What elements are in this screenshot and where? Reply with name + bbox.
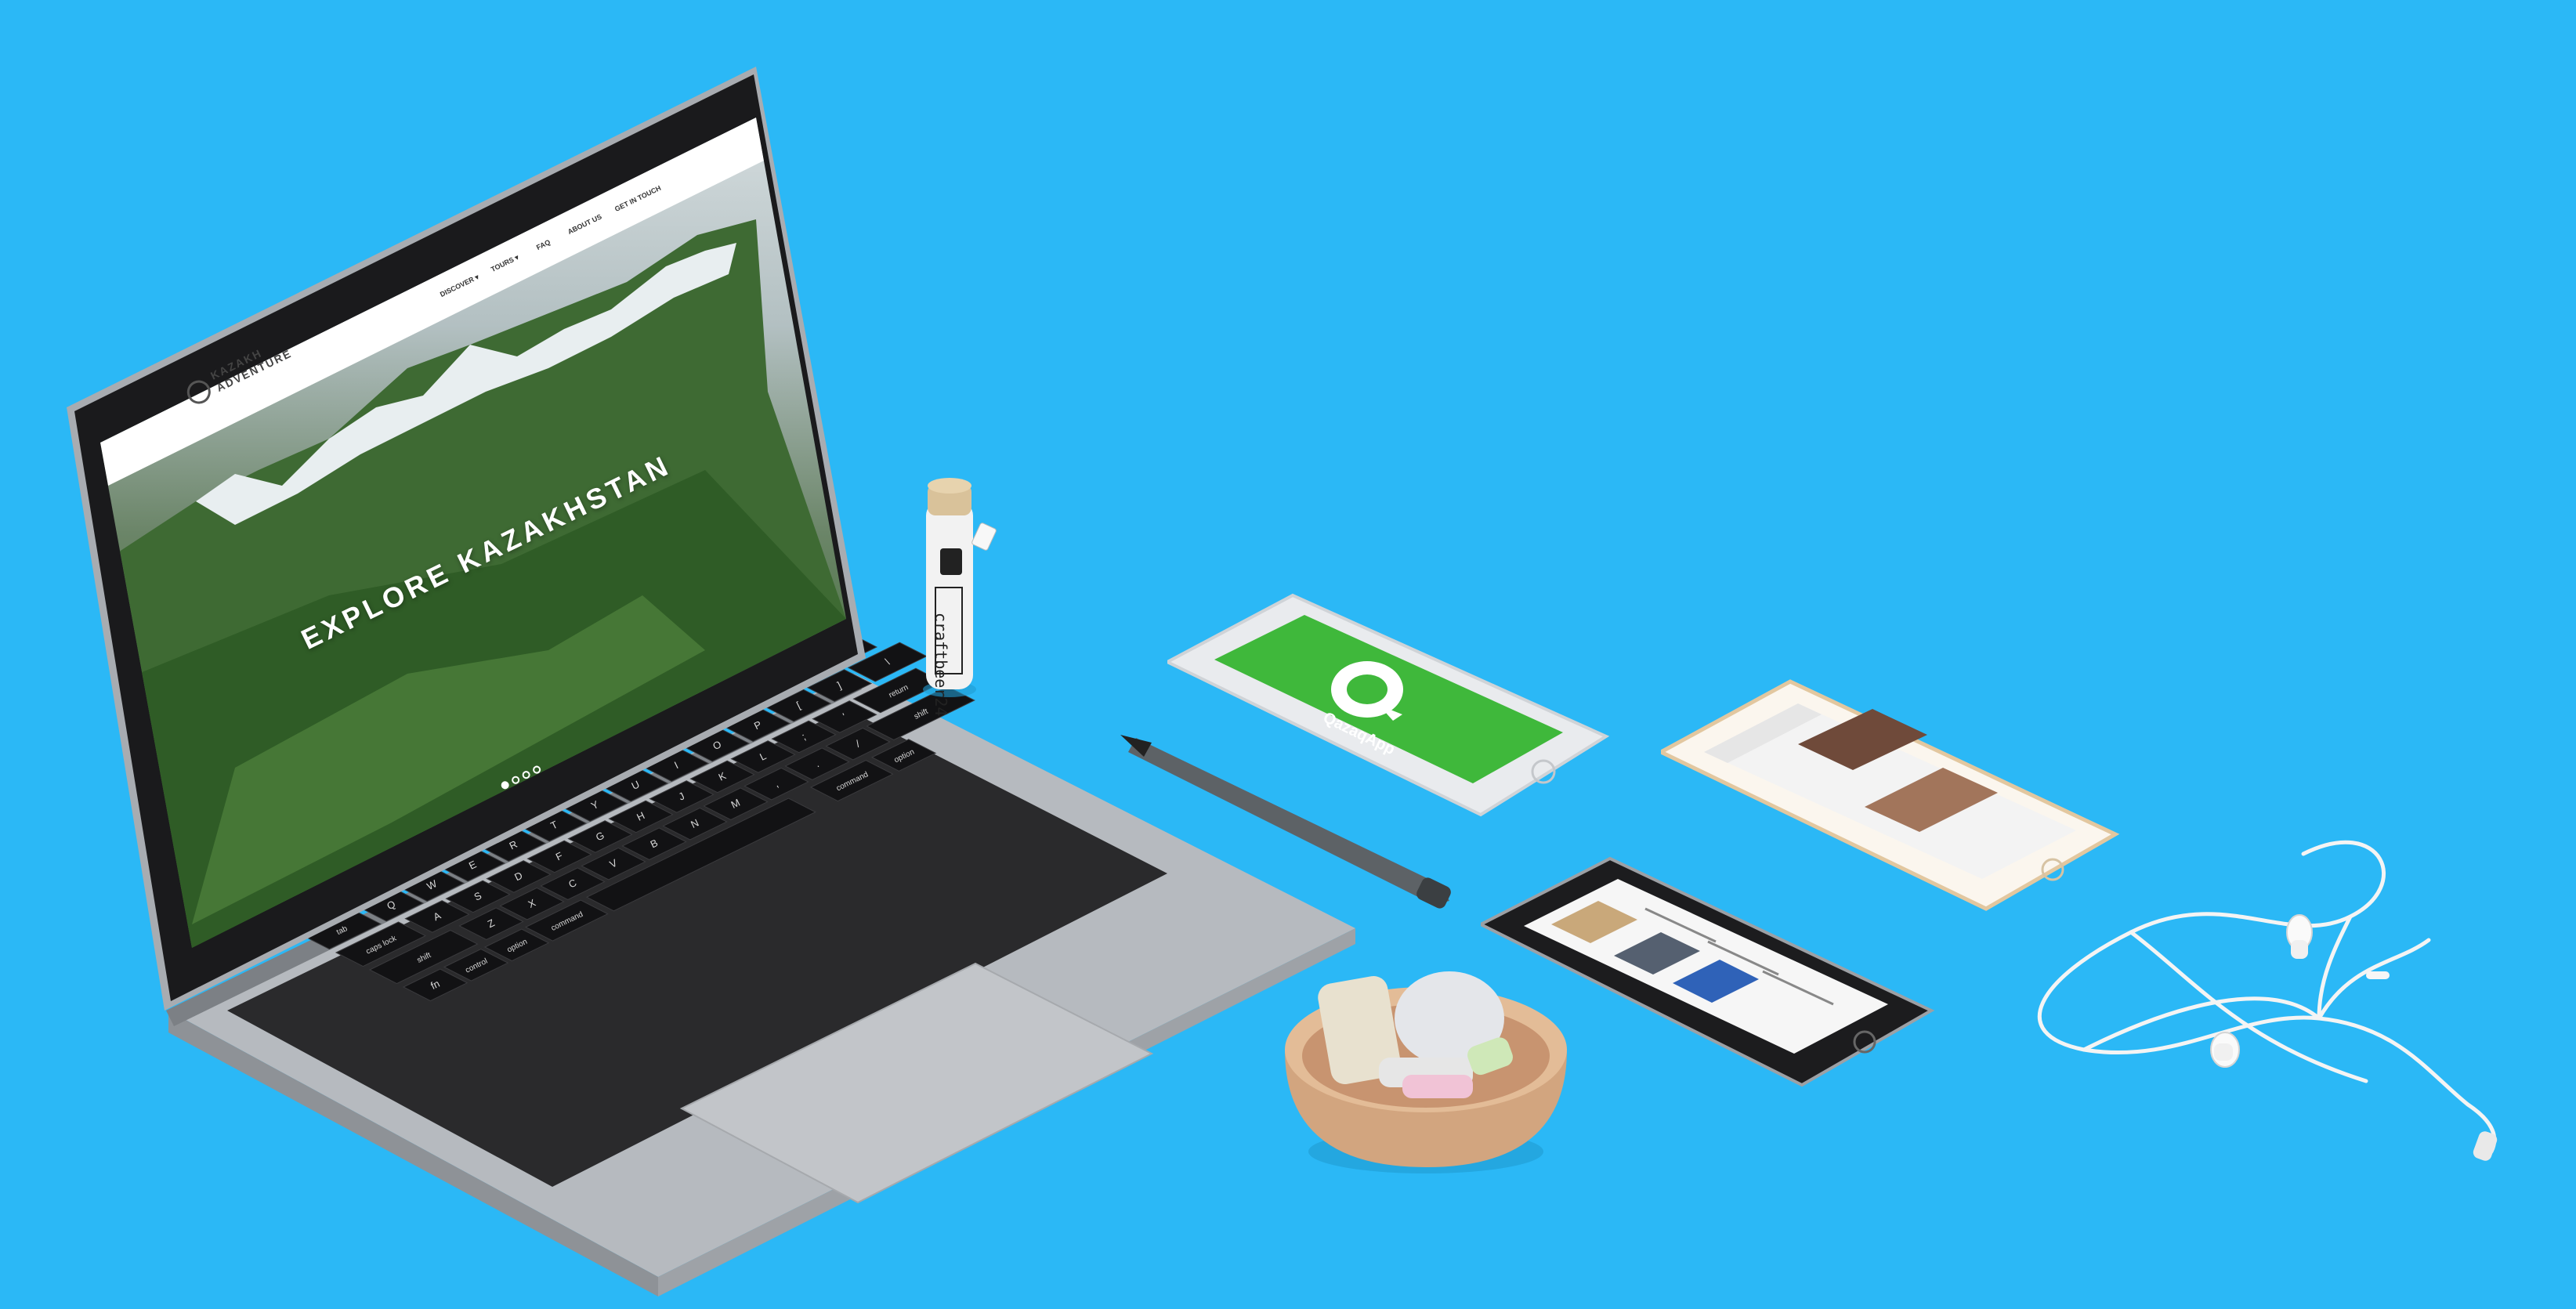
slider-dot-3[interactable] [520,769,532,780]
hero-title: EXPLORE KAZAKHSTAN [296,448,676,656]
nav-discover[interactable]: DISCOVER ▾ [439,273,480,299]
slider-dot-4[interactable] [531,764,542,776]
nav-discover-label: DISCOVER [439,275,476,298]
nav-contact[interactable]: GET IN TOUCH [613,184,662,213]
nav-tours-label: TOURS [490,255,516,273]
slider-dot-1[interactable] [500,779,511,790]
beer-mug-icon [940,548,962,575]
earbud-left [2286,914,2313,959]
logo-mountain-icon [183,376,215,408]
slider-dot-2[interactable] [510,775,521,786]
bottle-label: craftbeer24 [932,613,950,717]
bottle-tag [971,523,997,551]
eraser-pink [1402,1075,1473,1098]
nav-tours[interactable]: TOURS ▾ [490,253,520,274]
earbud-right [2210,1032,2240,1068]
bowl-with-erasers [1285,971,1567,1173]
slider-dots [500,764,542,790]
mockup-scene: escF1F2F3F4F5F6F7F8F9F10F11F12~123456789… [0,0,2576,1309]
bottle [923,478,997,697]
remote-control [2366,971,2390,979]
phone-qazaqapp [1167,593,1610,817]
nav-faq[interactable]: FAQ [535,238,552,251]
nav-about[interactable]: ABOUT US [566,212,603,236]
earphones [2037,840,2498,1161]
